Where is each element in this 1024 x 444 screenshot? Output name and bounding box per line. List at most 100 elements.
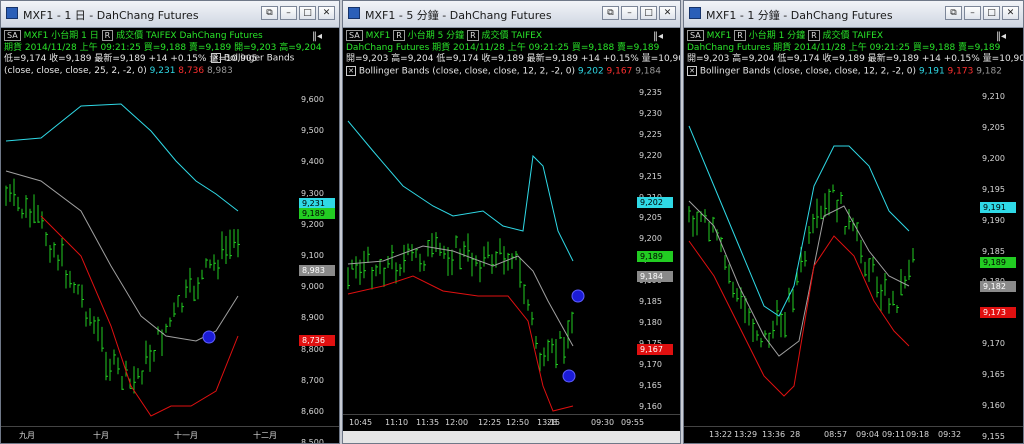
x-tick-label: 13:29: [734, 430, 758, 439]
copy-window-icon[interactable]: ⧉: [602, 6, 619, 20]
symbol-label[interactable]: MXF1: [707, 31, 732, 41]
y-tick-label: 9,165: [982, 370, 1005, 380]
indicator-params: (close, close, close, 12, 2, -2, 0): [773, 66, 917, 76]
x-tick-label: 09:30: [591, 418, 615, 427]
indicator-toggle-checkbox[interactable]: ✕: [211, 53, 221, 63]
close-button[interactable]: ✕: [659, 6, 676, 20]
y-tick-label: 9,235: [639, 88, 662, 97]
quote-line-2: DahChang Futures 期貨 2014/11/28 上午 09:21:…: [346, 42, 660, 53]
x-tick-label: 11:10: [385, 418, 409, 427]
y-tick-label: 9,185: [639, 297, 662, 306]
r-dropdown[interactable]: R: [101, 30, 114, 41]
pin-icon[interactable]: ‖◂: [996, 31, 1006, 42]
window-title: MXF1 - 1 分鐘 - DahChang Futures: [706, 9, 893, 22]
y-tick-label: 9,200: [301, 219, 324, 229]
signal-marker[interactable]: [571, 289, 585, 303]
indicator-lower-value: 9,167: [606, 66, 633, 76]
indicator-toggle-checkbox[interactable]: ✕: [687, 65, 697, 76]
app-icon: [689, 7, 701, 19]
symbol-label[interactable]: MXF1: [24, 31, 49, 41]
chart-area[interactable]: SA MXF1 小台期 1 日 R 成交價 TAIFEX DahChang Fu…: [1, 28, 339, 443]
x-tick-label: 28: [547, 418, 558, 427]
r-dropdown[interactable]: R: [808, 30, 820, 41]
x-tick-label: 28: [790, 430, 801, 439]
pin-icon[interactable]: ‖◂: [653, 31, 663, 42]
y-tick-label: 9,500: [301, 126, 324, 136]
chart-window-daily[interactable]: MXF1 - 1 日 - DahChang Futures ⧉ – □ ✕ SA…: [0, 0, 340, 444]
window-title: MXF1 - 5 分鐘 - DahChang Futures: [365, 9, 552, 22]
price-tag: 9,173: [980, 307, 1016, 318]
signal-marker[interactable]: [562, 369, 576, 383]
chart-window-1min[interactable]: MXF1 - 1 分鐘 - DahChang Futures ⧉ – □ ✕ S…: [683, 0, 1024, 444]
y-tick-label: 9,400: [301, 157, 324, 167]
indicator-upper-value: 9,191: [918, 66, 945, 76]
x-tick-label: 九月: [19, 431, 35, 440]
y-tick-label: 9,220: [639, 150, 662, 160]
y-tick-label: 9,200: [639, 234, 662, 244]
bollinger-middle-line: [5, 170, 239, 342]
price-kind: 成交價: [481, 31, 509, 41]
indicator-params: (close, close, close, 12, 2, -2, 0): [432, 66, 576, 76]
price-plot[interactable]: [1, 86, 299, 423]
price-plot[interactable]: [684, 86, 979, 426]
r-dropdown[interactable]: R: [734, 30, 746, 41]
bollinger-upper-line: [688, 125, 910, 317]
maximize-button[interactable]: □: [983, 6, 1000, 20]
horizontal-scrollbar[interactable]: [343, 431, 680, 443]
x-tick-label: 13:22: [709, 430, 733, 439]
close-button[interactable]: ✕: [1002, 6, 1019, 20]
minimize-button[interactable]: –: [964, 6, 981, 20]
sa-tab[interactable]: SA: [687, 30, 704, 41]
symbol-label[interactable]: MXF1: [366, 31, 391, 41]
signal-marker[interactable]: [202, 330, 216, 344]
window-titlebar[interactable]: MXF1 - 1 分鐘 - DahChang Futures ⧉ – □ ✕: [684, 1, 1023, 28]
x-axis: 九月 十月 十一月 十二月: [1, 426, 339, 443]
y-tick-label: 9,160: [639, 401, 662, 411]
price-tag: 9,191: [980, 202, 1016, 213]
x-tick-label: 08:57: [824, 430, 848, 439]
y-tick-label: 8,900: [301, 313, 324, 323]
indicator-name: Bollinger Bands: [358, 66, 430, 76]
sa-tab[interactable]: SA: [346, 30, 363, 41]
y-tick-label: 8,600: [301, 407, 324, 416]
x-tick-label: 09:04: [856, 430, 880, 439]
price-plot[interactable]: [343, 86, 636, 416]
minimize-button[interactable]: –: [621, 6, 638, 20]
x-axis: 13:22 13:29 13:36 28 08:57 09:04 09:11 09:18 09:…: [684, 426, 1023, 443]
indicator-legend[interactable]: ✕ Bollinger Bands: [211, 53, 294, 65]
window-titlebar[interactable]: MXF1 - 1 日 - DahChang Futures ⧉ – □ ✕: [1, 1, 339, 28]
x-tick-label: 12:25: [478, 418, 502, 427]
price-tag: 8,983: [299, 265, 335, 276]
indicator-params: (close, close, close, 25, 2, -2, 0): [4, 65, 147, 76]
maximize-button[interactable]: □: [640, 6, 657, 20]
product-name: 小台期 5 分鐘: [407, 31, 465, 41]
quote-line-3: 開=9,203 高=9,204 低=9,174 收=9,189 最新=9,189…: [687, 54, 1024, 64]
indicator-name: Bollinger Bands: [699, 66, 771, 76]
pin-icon[interactable]: ‖◂: [312, 31, 322, 42]
sa-tab[interactable]: SA: [4, 30, 21, 41]
chart-area[interactable]: SA MXF1 R 小台期 1 分鐘 R 成交價 TAIFEX DahChang…: [684, 28, 1023, 443]
r-dropdown[interactable]: R: [393, 30, 405, 41]
close-button[interactable]: ✕: [318, 6, 335, 20]
indicator-upper-value: 9,231: [149, 65, 176, 76]
price-tag: 8,736: [299, 335, 335, 346]
y-tick-label: 9,000: [301, 282, 324, 292]
x-tick-label: 12:00: [445, 418, 469, 427]
indicator-lower-value: 9,173: [947, 66, 974, 76]
app-icon: [6, 7, 18, 19]
indicator-toggle-checkbox[interactable]: ✕: [346, 65, 356, 76]
y-tick-label: 9,205: [982, 122, 1005, 132]
maximize-button[interactable]: □: [299, 6, 316, 20]
x-axis: 10:45 11:10 11:35 12:00 12:25 12:50 13:15 28 09:…: [343, 414, 680, 431]
chart-window-5min[interactable]: MXF1 - 5 分鐘 - DahChang Futures ⧉ – □ ✕ S…: [342, 0, 681, 444]
minimize-button[interactable]: –: [280, 6, 297, 20]
indicator-mid-value: 8,983: [206, 65, 233, 76]
y-tick-label: 9,600: [301, 95, 324, 104]
copy-window-icon[interactable]: ⧉: [945, 6, 962, 20]
x-tick-label: 09:11: [882, 430, 906, 439]
r-dropdown[interactable]: R: [467, 30, 479, 41]
exchange: TAIFEX: [852, 31, 884, 41]
copy-window-icon[interactable]: ⧉: [261, 6, 278, 20]
window-titlebar[interactable]: MXF1 - 5 分鐘 - DahChang Futures ⧉ – □ ✕: [343, 1, 680, 28]
chart-area[interactable]: SA MXF1 R 小台期 5 分鐘 R 成交價 TAIFEX DahChang…: [343, 28, 680, 443]
